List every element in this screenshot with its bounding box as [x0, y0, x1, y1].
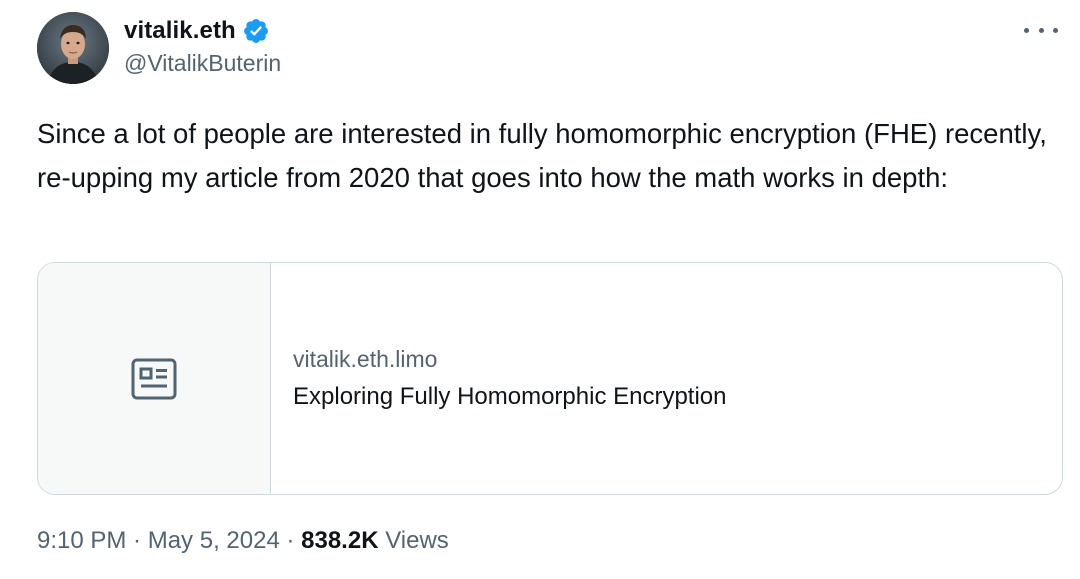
more-dot: [1024, 27, 1029, 33]
tweet-meta: 9:10 PM · May 5, 2024 · 838.2K Views: [37, 527, 449, 555]
link-card-body: vitalik.eth.limo Exploring Fully Homomor…: [271, 263, 1062, 494]
avatar[interactable]: [37, 12, 109, 84]
author-handle[interactable]: @VitalikButerin: [124, 50, 281, 77]
views-count: 838.2K: [301, 527, 379, 554]
more-horizontal-icon[interactable]: [1024, 18, 1058, 42]
article-icon: [131, 358, 177, 399]
link-card[interactable]: vitalik.eth.limo Exploring Fully Homomor…: [37, 262, 1063, 495]
views-label: Views: [378, 527, 449, 554]
meta-separator: ·: [126, 527, 148, 554]
display-name[interactable]: vitalik.eth: [124, 17, 236, 45]
avatar-image: [37, 12, 109, 84]
tweet: vitalik.eth @VitalikButerin Since a lot …: [0, 0, 1080, 579]
verified-badge-icon: [242, 17, 270, 45]
link-card-title[interactable]: Exploring Fully Homomorphic Encryption: [293, 381, 1062, 413]
link-card-domain: vitalik.eth.limo: [293, 346, 438, 372]
tweet-time[interactable]: 9:10 PM: [37, 527, 126, 555]
tweet-date[interactable]: May 5, 2024: [148, 527, 280, 555]
author-name-row[interactable]: vitalik.eth: [124, 16, 270, 46]
link-card-thumbnail: [38, 263, 271, 494]
meta-separator: ·: [279, 527, 302, 554]
more-dot: [1038, 27, 1044, 33]
more-dot: [1053, 27, 1058, 33]
tweet-text: Since a lot of people are interested in …: [37, 118, 1047, 193]
